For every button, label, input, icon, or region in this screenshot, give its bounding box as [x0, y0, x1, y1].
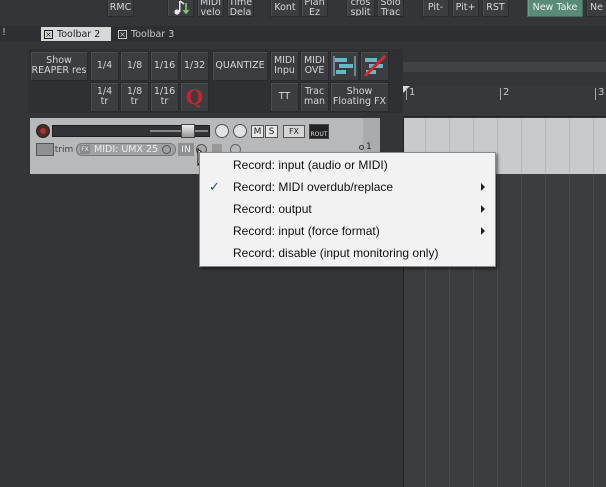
grid-unalign-icon: [363, 55, 386, 77]
volume-slider-handle[interactable]: [181, 124, 195, 138]
midi-inpu-button[interactable]: MIDI Inpu: [270, 51, 299, 81]
menu-item-record-output[interactable]: Record: output: [200, 198, 495, 220]
grid-line: [545, 118, 546, 174]
ruler-tick: [500, 88, 501, 100]
tab-toolbar-3[interactable]: × Toolbar 3: [115, 27, 187, 41]
submenu-arrow-icon: [481, 205, 485, 213]
routing-button[interactable]: ROUT: [309, 124, 329, 139]
midi-ove-button[interactable]: MIDI OVE: [300, 51, 329, 81]
menu-item-record-midi-overdub-replace[interactable]: ✓ Record: MIDI overdub/replace: [200, 176, 495, 198]
menu-item-record-input[interactable]: Record: input (audio or MIDI): [200, 154, 495, 176]
solo-button[interactable]: S: [265, 125, 278, 138]
quantize-1-4-button[interactable]: 1/4: [90, 51, 119, 81]
pit-minus-button[interactable]: Pit-: [422, 0, 449, 17]
menu-item-label: Record: disable (input monitoring only): [233, 246, 439, 260]
record-mode-menu: Record: input (audio or MIDI) ✓ Record: …: [199, 152, 496, 267]
chevron-down-icon: [162, 145, 171, 154]
cros-split-button[interactable]: cros split: [346, 0, 375, 17]
quantize-button[interactable]: QUANTIZE: [212, 51, 268, 81]
midi-input-label: MIDI: UMX 25: [94, 144, 159, 155]
new-take-button[interactable]: New Take: [527, 0, 583, 17]
volume-slider-track: [150, 130, 208, 132]
grid-line: [521, 118, 522, 174]
ruler-tick: [406, 88, 407, 100]
grid-line: [593, 118, 594, 174]
tab-overflow-marker: !: [2, 27, 7, 38]
ruler-tick: [595, 88, 596, 100]
unalign-grid-button[interactable]: [360, 51, 389, 81]
quantize-1-16-button[interactable]: 1/16: [150, 51, 179, 81]
grid-line: [569, 174, 570, 487]
grid-line: [497, 118, 498, 174]
grid-line: [497, 174, 498, 487]
midi-note-arrow-button[interactable]: [167, 0, 194, 17]
record-arm-button[interactable]: [36, 124, 50, 138]
pit-plus-button[interactable]: Pit+: [452, 0, 479, 17]
next-partial-button[interactable]: Ne: [586, 0, 606, 17]
track-number: 1: [366, 142, 372, 152]
menu-item-record-disable[interactable]: Record: disable (input monitoring only): [200, 242, 495, 264]
tab-toolbar-2[interactable]: × Toolbar 2: [41, 27, 111, 41]
time-dela-button[interactable]: Time Dela: [227, 0, 254, 17]
submenu-arrow-icon: [481, 227, 485, 235]
kont-button[interactable]: Kont: [270, 0, 300, 17]
menu-item-label: Record: input (force format): [233, 224, 380, 238]
midi-velo-button[interactable]: MIDI velo: [197, 0, 224, 17]
menu-item-record-input-force-format[interactable]: Record: input (force format): [200, 220, 495, 242]
quantize-1-8-button[interactable]: 1/8: [120, 51, 149, 81]
menu-item-label: Record: MIDI overdub/replace: [233, 180, 394, 194]
tab-label: Toolbar 2: [57, 28, 101, 40]
automation-mode-icon[interactable]: [36, 143, 54, 156]
trim-label: trim: [54, 144, 74, 155]
width-knob[interactable]: [233, 124, 247, 138]
quantize-1-32-button[interactable]: 1/32: [180, 51, 209, 81]
menu-item-label: Record: output: [233, 202, 312, 216]
ruler-measure-3: 3: [598, 87, 605, 98]
timeline-scroll-strip: [403, 62, 606, 72]
rmc-button[interactable]: RMC: [107, 0, 134, 17]
quantize-1-4-triplet-button[interactable]: 1/4 tr: [90, 82, 119, 112]
trac-man-button[interactable]: Trac man: [300, 82, 329, 112]
input-monitor-in-button[interactable]: IN: [178, 143, 194, 156]
grid-line: [593, 174, 594, 487]
mute-button[interactable]: M: [251, 125, 264, 138]
show-reaper-res-button[interactable]: Show REAPER res: [30, 51, 88, 81]
record-dot-icon: [40, 128, 46, 134]
show-floating-fx-button[interactable]: Show Floating FX: [330, 82, 389, 112]
folder-indicator-icon: [359, 145, 364, 150]
rst-button[interactable]: RST: [482, 0, 509, 17]
tab-label: Toolbar 3: [131, 28, 175, 40]
quantize-1-16-triplet-button[interactable]: 1/16 tr: [150, 82, 179, 112]
quantize-1-8-triplet-button[interactable]: 1/8 tr: [120, 82, 149, 112]
check-icon: ✓: [209, 179, 220, 194]
ruler-measure-1: 1: [409, 87, 416, 98]
close-icon[interactable]: ×: [118, 29, 127, 39]
close-icon[interactable]: ×: [44, 29, 53, 39]
align-grid-button[interactable]: [330, 51, 359, 81]
grid-align-icon: [333, 56, 355, 76]
pan-knob[interactable]: [215, 124, 229, 138]
solo-trac-button[interactable]: Solo Trac: [377, 0, 404, 17]
quantize-logo-button[interactable]: Q: [180, 82, 209, 112]
plan-ez-button[interactable]: Plan Ez: [301, 0, 328, 17]
tt-button[interactable]: TT: [270, 82, 299, 112]
grid-line: [521, 174, 522, 487]
submenu-arrow-icon: [481, 183, 485, 191]
menu-item-label: Record: input (audio or MIDI): [233, 158, 388, 172]
grid-line: [545, 174, 546, 487]
midi-note-icon: [173, 0, 189, 15]
grid-line: [569, 118, 570, 174]
fx-button[interactable]: FX: [283, 125, 305, 138]
fx-small-icon: FX: [80, 145, 90, 154]
ruler-measure-2: 2: [503, 87, 510, 98]
